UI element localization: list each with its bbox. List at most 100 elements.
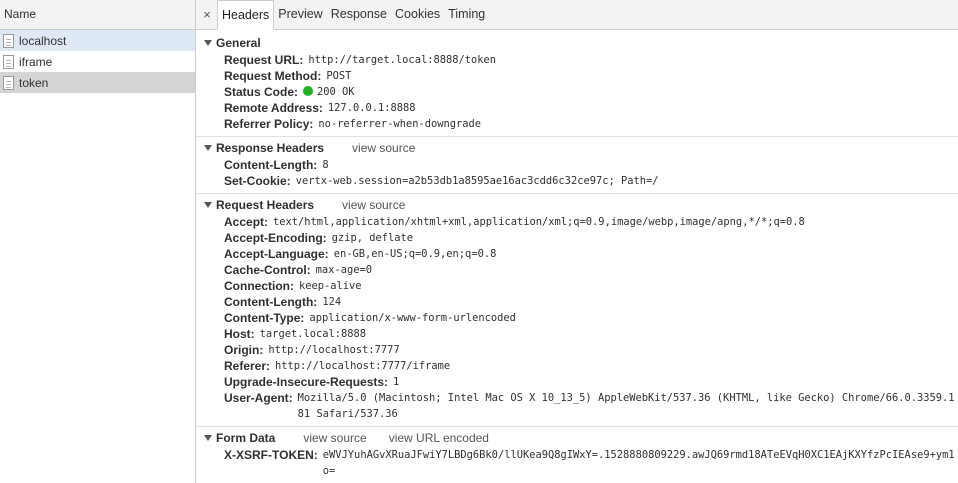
header-value: gzip, deflate xyxy=(331,232,413,244)
view-source-link[interactable]: view source xyxy=(303,431,366,445)
header-value: http://localhost:7777 xyxy=(268,344,400,356)
header-value: 1 xyxy=(393,376,400,388)
section-title: Response Headers xyxy=(216,141,325,155)
header-key: Upgrade-Insecure-Requests: xyxy=(224,375,389,389)
header-row: Referer: http://localhost:7777/iframe xyxy=(196,358,958,374)
header-row: Set-Cookie: vertx-web.session=a2b53db1a8… xyxy=(196,173,958,189)
header-key: Host: xyxy=(224,327,255,341)
header-row: Content-Length: 8 xyxy=(196,157,958,173)
request-headers-section: Request Headers view source Accept: text… xyxy=(196,196,958,427)
form-data-value: eWVJYuhAGvXRuaJFwiY7LBDg6Bk0/llUKea9Q8gI… xyxy=(322,449,955,477)
section-title: Request Headers xyxy=(216,198,315,212)
tab-preview[interactable]: Preview xyxy=(274,0,326,29)
header-value: en-GB,en-US;q=0.9,en;q=0.8 xyxy=(333,248,497,260)
request-list-pane: Name localhost iframe token xyxy=(0,0,196,483)
header-value: target.local:8888 xyxy=(259,328,367,340)
form-data-section: Form Data view source view URL encoded X… xyxy=(196,429,958,483)
request-item-iframe[interactable]: iframe xyxy=(0,51,195,72)
header-key: Accept-Encoding: xyxy=(224,231,327,245)
name-column-header[interactable]: Name xyxy=(0,0,195,30)
header-row: Cache-Control: max-age=0 xyxy=(196,262,958,278)
view-source-link[interactable]: view source xyxy=(342,198,405,212)
header-row: Status Code: 200 OK xyxy=(196,84,958,100)
tab-cookies[interactable]: Cookies xyxy=(391,0,444,29)
header-row: Connection: keep-alive xyxy=(196,278,958,294)
document-icon xyxy=(3,33,14,48)
header-value: max-age=0 xyxy=(315,264,372,276)
header-key: Content-Length: xyxy=(224,295,318,309)
header-value: Mozilla/5.0 (Macintosh; Intel Mac OS X 1… xyxy=(297,392,955,420)
request-details-pane: × Headers Preview Response Cookies Timin… xyxy=(196,0,958,483)
request-item-label: iframe xyxy=(19,54,53,69)
form-data-key: X-XSRF-TOKEN: xyxy=(224,448,318,462)
header-row: Accept-Language: en-GB,en-US;q=0.9,en;q=… xyxy=(196,246,958,262)
status-text: 200 OK xyxy=(317,86,355,98)
general-section: General Request URL: http://target.local… xyxy=(196,34,958,137)
form-data-section-header[interactable]: Form Data view source view URL encoded xyxy=(196,429,958,447)
header-row: Upgrade-Insecure-Requests: 1 xyxy=(196,374,958,390)
header-row: Host: target.local:8888 xyxy=(196,326,958,342)
request-item-localhost[interactable]: localhost xyxy=(0,30,195,51)
header-value: vertx-web.session=a2b53db1a8595ae16ac3cd… xyxy=(295,175,659,187)
section-title: Form Data xyxy=(216,431,276,445)
header-row: Accept: text/html,application/xhtml+xml,… xyxy=(196,214,958,230)
header-key: Set-Cookie: xyxy=(224,174,291,188)
header-key: Connection: xyxy=(224,279,294,293)
expand-triangle-icon xyxy=(204,202,212,208)
header-row: Content-Type: application/x-www-form-url… xyxy=(196,310,958,326)
header-value: no-referrer-when-downgrade xyxy=(318,118,482,130)
view-url-encoded-link[interactable]: view URL encoded xyxy=(389,431,489,445)
header-value: keep-alive xyxy=(299,280,362,292)
close-icon[interactable]: × xyxy=(200,0,214,29)
header-key: Referrer Policy: xyxy=(224,117,314,131)
document-icon xyxy=(3,75,14,90)
header-key: Request Method: xyxy=(224,69,322,83)
expand-triangle-icon xyxy=(204,145,212,151)
header-key: User-Agent: xyxy=(224,391,293,405)
header-row: Remote Address: 127.0.0.1:8888 xyxy=(196,100,958,116)
form-data-row: X-XSRF-TOKEN: eWVJYuhAGvXRuaJFwiY7LBDg6B… xyxy=(196,447,958,479)
header-key: Content-Length: xyxy=(224,158,318,172)
header-value: http://target.local:8888/token xyxy=(308,54,497,66)
header-value: POST xyxy=(326,70,352,82)
header-row: Accept-Encoding: gzip, deflate xyxy=(196,230,958,246)
tab-timing[interactable]: Timing xyxy=(444,0,489,29)
header-row: Content-Length: 124 xyxy=(196,294,958,310)
header-key: Request URL: xyxy=(224,53,304,67)
response-headers-section-header[interactable]: Response Headers view source xyxy=(196,139,958,157)
expand-triangle-icon xyxy=(204,435,212,441)
header-value: 127.0.0.1:8888 xyxy=(327,102,416,114)
header-key: Accept-Language: xyxy=(224,247,329,261)
header-key: Cache-Control: xyxy=(224,263,311,277)
request-headers-section-header[interactable]: Request Headers view source xyxy=(196,196,958,214)
section-title: General xyxy=(216,36,261,50)
header-key: Status Code: xyxy=(224,85,299,99)
header-key: Origin: xyxy=(224,343,264,357)
view-source-link[interactable]: view source xyxy=(352,141,415,155)
request-item-token[interactable]: token xyxy=(0,72,195,93)
header-value: application/x-www-form-urlencoded xyxy=(309,312,516,324)
general-section-header[interactable]: General xyxy=(196,34,958,52)
header-value: text/html,application/xhtml+xml,applicat… xyxy=(273,216,805,228)
header-key: Content-Type: xyxy=(224,311,305,325)
header-value: 124 xyxy=(322,296,342,308)
document-icon xyxy=(3,54,14,69)
status-value: 200 OK xyxy=(303,84,355,100)
header-key: Referer: xyxy=(224,359,271,373)
response-headers-section: Response Headers view source Content-Len… xyxy=(196,139,958,194)
header-key: Remote Address: xyxy=(224,101,323,115)
header-value: http://localhost:7777/iframe xyxy=(275,360,451,372)
tab-response[interactable]: Response xyxy=(327,0,391,29)
request-item-label: localhost xyxy=(19,33,67,48)
status-ok-icon xyxy=(303,86,314,96)
request-item-label: token xyxy=(19,75,49,90)
header-value: 8 xyxy=(322,159,329,171)
tab-headers[interactable]: Headers xyxy=(217,0,275,30)
headers-content: General Request URL: http://target.local… xyxy=(196,30,958,483)
header-row: User-Agent: Mozilla/5.0 (Macintosh; Inte… xyxy=(196,390,958,422)
header-row: Request Method: POST xyxy=(196,68,958,84)
header-row: Referrer Policy: no-referrer-when-downgr… xyxy=(196,116,958,132)
details-tabbar: × Headers Preview Response Cookies Timin… xyxy=(196,0,958,30)
expand-triangle-icon xyxy=(204,40,212,46)
header-key: Accept: xyxy=(224,215,269,229)
